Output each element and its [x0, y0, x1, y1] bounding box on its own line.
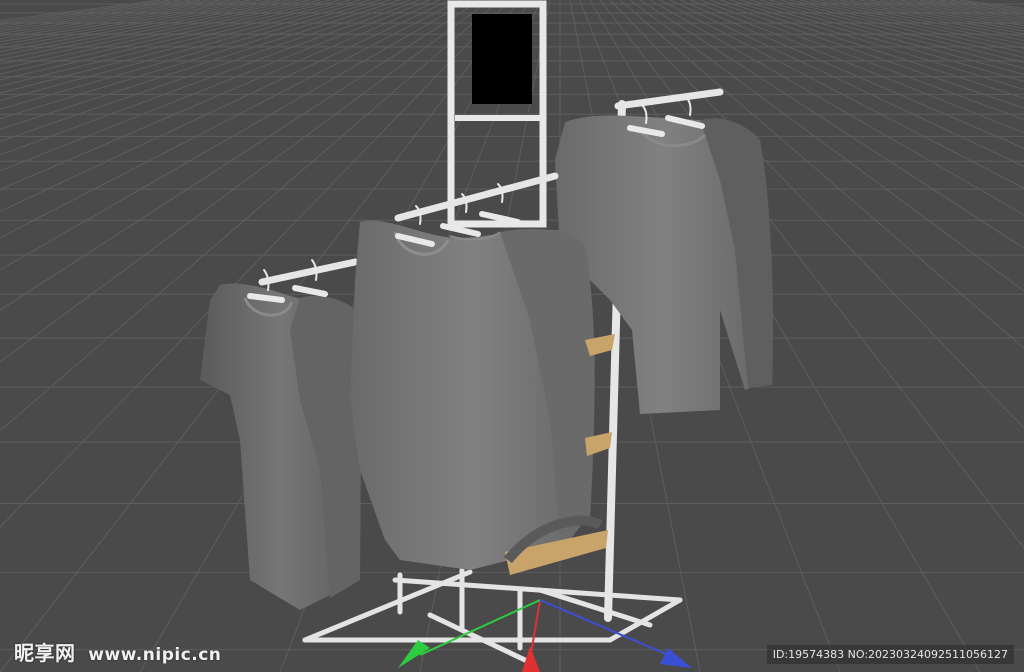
- grid-line: [899, 0, 1024, 20]
- x-axis-arrow-icon: [660, 648, 692, 668]
- transform-gizmo[interactable]: [398, 599, 692, 672]
- grid-line: [909, 0, 1024, 18]
- grid-line: [869, 0, 1024, 27]
- grid-line: [799, 0, 1024, 49]
- grid-line: [669, 0, 1024, 167]
- scene-canvas: [0, 0, 1024, 672]
- grid-line: [849, 0, 1024, 32]
- grid-line: [829, 0, 1024, 38]
- rack-bar-left: [258, 258, 359, 286]
- grid-line: [809, 0, 1024, 45]
- grid-line: [759, 0, 1024, 69]
- sign-panel: [472, 14, 532, 104]
- grid-line: [0, 0, 211, 32]
- 3d-viewport[interactable]: 昵享网 www.nipic.cn ID:19574383 NO:20230324…: [0, 0, 1024, 672]
- grid-line: [839, 0, 1024, 35]
- grid-line: [0, 0, 181, 25]
- grid-line: [0, 0, 161, 22]
- grid-line: [779, 0, 1024, 58]
- watermark-id: ID:19574383 NO:20230324092511056127: [766, 645, 1014, 664]
- grid-line: [0, 0, 241, 40]
- grid-line: [749, 0, 1024, 76]
- watermark-brand: 昵享网: [14, 641, 76, 665]
- grid-line: [0, 0, 171, 24]
- grid-line: [769, 0, 1024, 64]
- garment-group-left: [200, 283, 362, 610]
- watermark-url: www.nipic.cn: [88, 645, 222, 665]
- grid-line: [729, 0, 1024, 90]
- grid-line: [939, 0, 1024, 12]
- garment-group-middle: [350, 220, 595, 570]
- watermark-logo: 昵享网 www.nipic.cn: [14, 637, 221, 666]
- rack-bar-middle: [394, 172, 559, 222]
- rack-base: [302, 567, 683, 663]
- grid-line: [739, 0, 1024, 83]
- grid-line: [959, 0, 1024, 9]
- grid-line: [949, 0, 1024, 11]
